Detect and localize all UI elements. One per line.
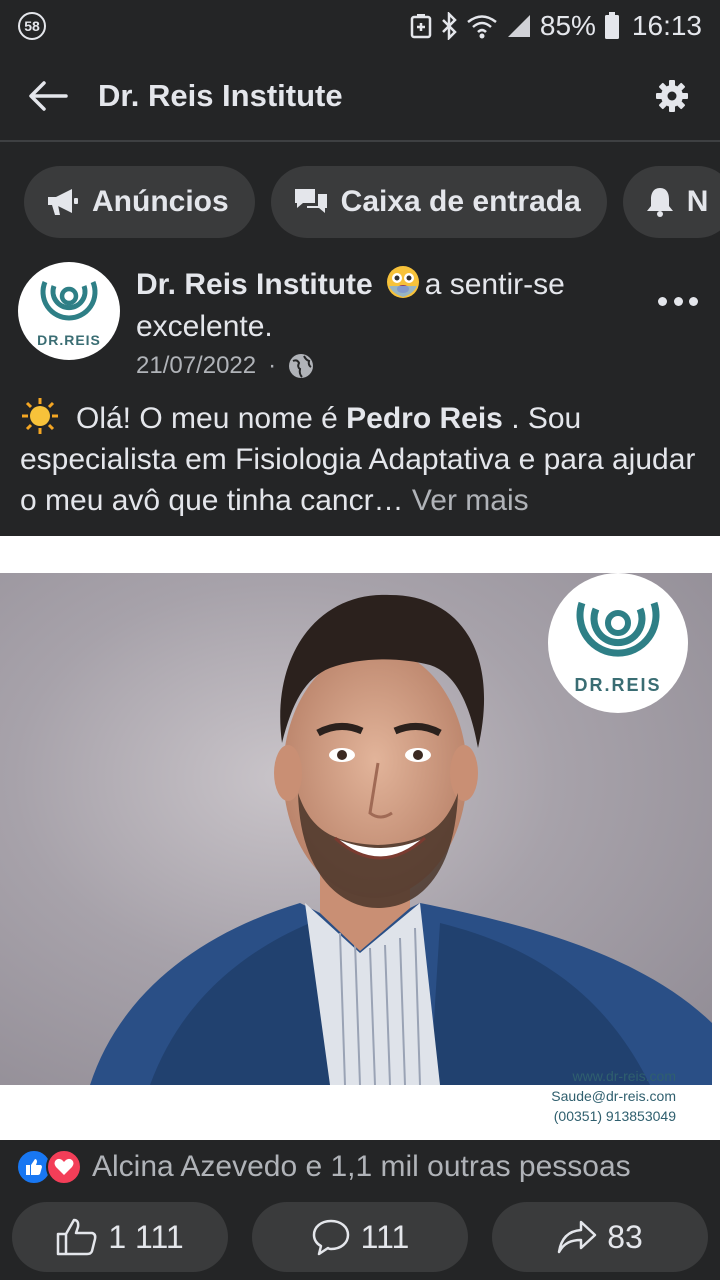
contact-phone: (00351) 913853049 (553, 1108, 676, 1124)
arrow-left-icon (29, 81, 68, 111)
contact-website: www.dr-reis.com (572, 1068, 676, 1084)
like-count: 1 111 (108, 1218, 184, 1255)
clock: 16:13 (631, 10, 702, 41)
post-options-button[interactable] (658, 286, 698, 316)
megaphone-icon (48, 189, 78, 215)
battery-percent: 85% (539, 10, 596, 41)
page-title: Dr. Reis Institute (98, 78, 343, 113)
like-button[interactable]: 1 111 (12, 1202, 228, 1272)
share-count: 83 (607, 1218, 643, 1255)
share-button[interactable]: 83 (492, 1202, 708, 1272)
love-reaction-icon (46, 1149, 82, 1185)
reactions-summary[interactable]: Alcina Azevedo e 1,1 mil outras pessoas (16, 1146, 631, 1188)
signal-icon (506, 13, 532, 39)
quick-actions-row: Anúncios Caixa de entrada N (0, 166, 720, 240)
chip-notifications-label: N (686, 185, 709, 218)
dot (658, 296, 667, 306)
battery-saver-icon (410, 13, 432, 39)
post-body: Olá! O meu nome é Pedro Reis . Sou espec… (20, 396, 710, 521)
chip-notifications[interactable]: N (622, 166, 720, 238)
status-bar: 58 85% 16:13 (0, 0, 720, 52)
battery-icon (604, 12, 620, 40)
settings-button[interactable] (648, 72, 696, 120)
gear-icon (656, 80, 688, 112)
dr-reis-logo (576, 601, 660, 657)
dr-reis-logo (40, 281, 98, 321)
chip-ads[interactable]: Anúncios (24, 166, 255, 238)
post-text-intro: Olá! O meu nome é (76, 402, 347, 435)
notification-count-badge: 58 (18, 12, 46, 40)
chip-inbox-label: Caixa de entrada (340, 185, 581, 218)
chip-ads-label: Anúncios (92, 185, 229, 218)
post-header: DR.REIS Dr. Reis Institute a sentir-se ex… (0, 262, 720, 379)
bluetooth-icon (440, 12, 458, 40)
dot (689, 296, 698, 306)
post-image[interactable]: DR.REIS www.dr-reis.com Saude@dr-reis.co… (0, 536, 720, 1140)
share-icon (557, 1220, 597, 1254)
comment-button[interactable]: 111 (252, 1202, 468, 1272)
brand-logo: DR.REIS (548, 573, 688, 713)
wifi-icon (466, 13, 498, 39)
back-button[interactable] (24, 72, 72, 120)
reactions-text: Alcina Azevedo e 1,1 mil outras pessoas (92, 1150, 631, 1183)
comment-icon (312, 1219, 349, 1256)
chip-inbox[interactable]: Caixa de entrada (270, 166, 607, 238)
post-text-name: Pedro Reis (346, 402, 503, 435)
globe-icon (289, 354, 314, 378)
post-author[interactable]: Dr. Reis Institute (136, 268, 373, 301)
contact-info: www.dr-reis.com Saude@dr-reis.com (00351… (551, 1066, 676, 1126)
post-actions: 1 111 111 83 (12, 1202, 708, 1272)
avatar-logo-text: DR.REIS (37, 332, 101, 348)
thumbs-up-icon (57, 1218, 97, 1256)
brand-logo-text: DR.REIS (574, 674, 662, 695)
contact-email: Saude@dr-reis.com (551, 1088, 676, 1104)
page-avatar[interactable]: DR.REIS (18, 262, 120, 360)
comment-count: 111 (360, 1218, 410, 1255)
bell-icon (646, 188, 673, 217)
dot (673, 296, 683, 306)
see-more-link[interactable]: Ver mais (412, 484, 529, 517)
app-bar: Dr. Reis Institute (0, 52, 720, 142)
sun-emoji-icon (22, 398, 58, 434)
feeling-emoji-icon (386, 266, 419, 298)
post-date[interactable]: 21/07/2022 (136, 352, 256, 380)
date-separator: · (268, 352, 277, 379)
chat-icon (294, 189, 327, 213)
